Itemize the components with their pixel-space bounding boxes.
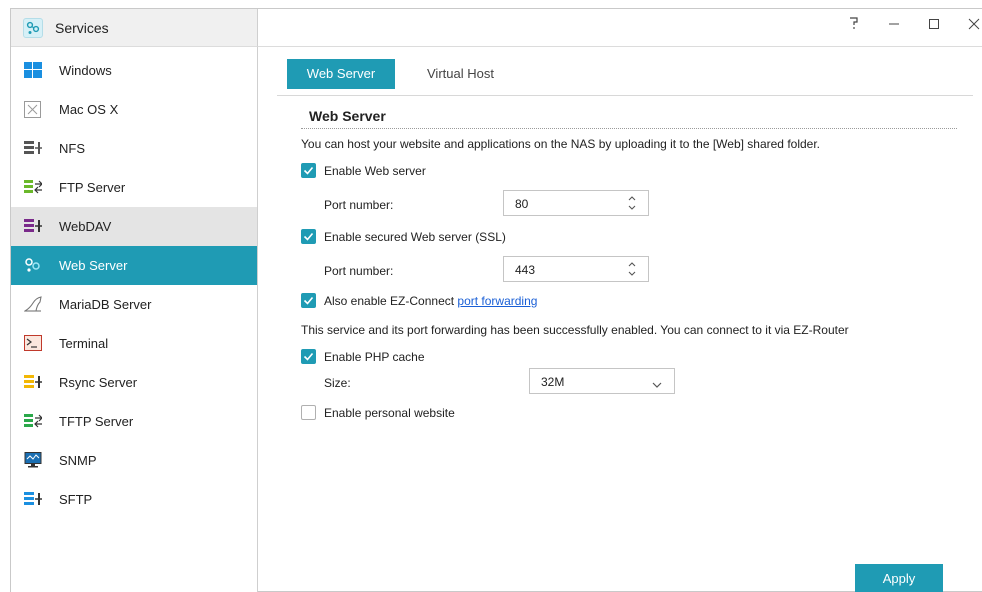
ez-connect-text: Also enable EZ-Connect xyxy=(324,294,458,308)
tftp-icon xyxy=(24,413,43,429)
sidebar-item-mac-os-x[interactable]: Mac OS X xyxy=(11,90,257,129)
ez-connect-checkbox[interactable] xyxy=(301,293,316,308)
sidebar-item-label: SFTP xyxy=(59,492,93,507)
port-number-value: 80 xyxy=(515,197,529,211)
sidebar-item-terminal[interactable]: Terminal xyxy=(11,324,257,363)
sidebar-item-label: SNMP xyxy=(59,453,97,468)
webdav-icon xyxy=(24,218,42,234)
enable-ssl-label: Enable secured Web server (SSL) xyxy=(324,230,506,244)
minimize-button[interactable] xyxy=(882,15,906,37)
sidebar-item-label: Mac OS X xyxy=(59,102,119,117)
enable-web-server-checkbox[interactable] xyxy=(301,163,316,178)
window-title: Services xyxy=(55,20,109,36)
port-forwarding-link[interactable]: port forwarding xyxy=(457,294,537,308)
ssl-port-number-value: 443 xyxy=(515,263,536,277)
web-server-icon xyxy=(24,257,42,273)
sidebar-item-label: FTP Server xyxy=(59,180,126,195)
ssl-port-number-input[interactable]: 443 xyxy=(503,256,649,282)
apply-button[interactable]: Apply xyxy=(855,564,943,592)
sidebar-item-label: MariaDB Server xyxy=(59,297,152,312)
tab-virtual-host[interactable]: Virtual Host xyxy=(427,59,517,89)
terminal-icon xyxy=(24,335,42,351)
php-cache-label: Enable PHP cache xyxy=(324,350,425,364)
ftp-icon xyxy=(24,179,43,195)
status-message: This service and its port forwarding has… xyxy=(301,323,849,337)
tab-divider xyxy=(277,95,973,96)
main-panel: Web Server Virtual Host Web Server You c… xyxy=(259,47,982,592)
checkmark-icon xyxy=(303,296,314,305)
ez-connect-label: Also enable EZ-Connect port forwarding xyxy=(324,294,537,308)
title-bar-left: Services xyxy=(11,9,258,47)
sidebar-item-label: Web Server xyxy=(59,258,128,273)
cache-size-value: 32M xyxy=(541,375,565,389)
sidebar-item-label: WebDAV xyxy=(59,219,112,234)
chevron-down-icon xyxy=(652,377,662,392)
sidebar-item-label: Terminal xyxy=(59,336,109,351)
description-text: You can host your website and applicatio… xyxy=(301,137,821,151)
sidebar-item-ftp-server[interactable]: FTP Server xyxy=(11,168,257,207)
enable-ssl-checkbox[interactable] xyxy=(301,229,316,244)
windows-icon xyxy=(24,62,42,78)
sidebar-item-web-server[interactable]: Web Server xyxy=(11,246,257,285)
sidebar-item-rsync-server[interactable]: Rsync Server xyxy=(11,363,257,402)
stepper-arrows-icon[interactable] xyxy=(626,193,638,213)
sidebar-item-snmp[interactable]: SNMP xyxy=(11,441,257,480)
sidebar-item-sftp[interactable]: SFTP xyxy=(11,480,257,519)
enable-web-server-label: Enable Web server xyxy=(324,164,426,178)
ssl-port-number-label: Port number: xyxy=(324,264,394,278)
macos-icon xyxy=(24,101,42,118)
checkmark-icon xyxy=(303,352,314,361)
sidebar-item-mariadb-server[interactable]: MariaDB Server xyxy=(11,285,257,324)
php-cache-checkbox[interactable] xyxy=(301,349,316,364)
sidebar-item-nfs[interactable]: NFS xyxy=(11,129,257,168)
sidebar-item-windows[interactable]: Windows xyxy=(11,51,257,90)
rsync-icon xyxy=(24,374,42,390)
port-number-input[interactable]: 80 xyxy=(503,190,649,216)
close-button[interactable] xyxy=(962,15,982,37)
help-icon[interactable] xyxy=(842,15,866,37)
sftp-icon xyxy=(24,491,42,507)
size-label: Size: xyxy=(324,376,351,390)
tab-web-server[interactable]: Web Server xyxy=(287,59,395,89)
section-title: Web Server xyxy=(309,108,386,124)
sidebar-item-label: NFS xyxy=(59,141,85,156)
nfs-icon xyxy=(24,140,42,156)
sidebar-item-label: TFTP Server xyxy=(59,414,134,429)
personal-website-checkbox[interactable] xyxy=(301,405,316,420)
title-bar: Services xyxy=(11,9,982,47)
services-sidebar: Windows Mac OS X NFS FTP Server WebDAV W… xyxy=(11,47,258,592)
stepper-arrows-icon[interactable] xyxy=(626,259,638,279)
sidebar-item-webdav[interactable]: WebDAV xyxy=(11,207,257,246)
personal-website-label: Enable personal website xyxy=(324,406,455,420)
mariadb-icon xyxy=(23,296,42,312)
sidebar-item-label: Rsync Server xyxy=(59,375,138,390)
services-window: Services Windows Mac OS X NFS FTP Server… xyxy=(10,8,982,592)
cache-size-select[interactable]: 32M xyxy=(529,368,675,394)
checkmark-icon xyxy=(303,166,314,175)
port-number-label: Port number: xyxy=(324,198,394,212)
sidebar-item-label: Windows xyxy=(59,63,112,78)
checkmark-icon xyxy=(303,232,314,241)
sidebar-item-tftp-server[interactable]: TFTP Server xyxy=(11,402,257,441)
maximize-button[interactable] xyxy=(922,15,946,37)
title-bar-right xyxy=(258,9,982,47)
services-app-icon xyxy=(23,18,43,38)
snmp-icon xyxy=(24,452,42,468)
section-divider xyxy=(301,128,957,129)
